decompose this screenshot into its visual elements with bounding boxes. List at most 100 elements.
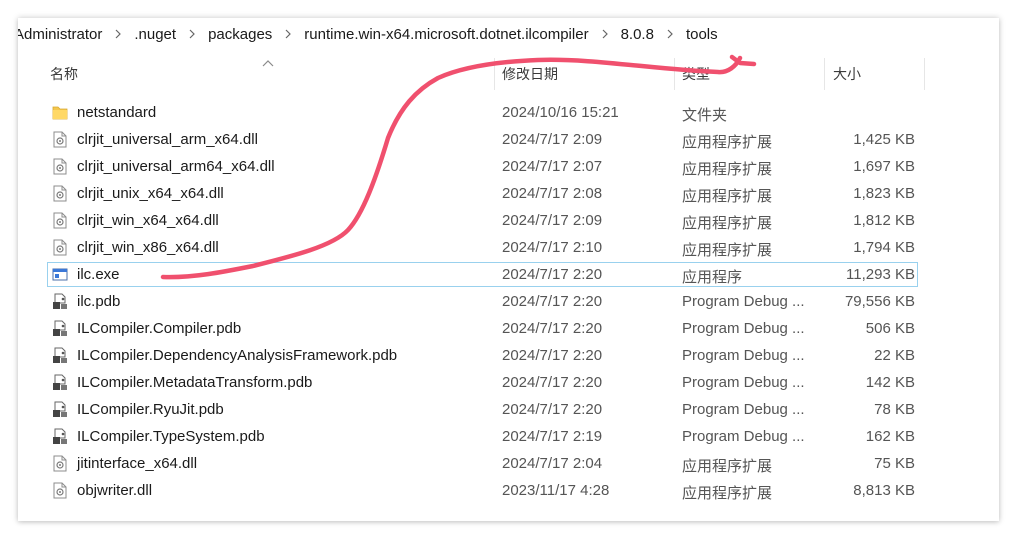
file-size: 1,697 KB xyxy=(853,158,915,175)
file-row[interactable]: netstandard 2024/10/16 15:21 文件夹 xyxy=(18,99,999,126)
file-row[interactable]: clrjit_win_x64_x64.dll 2024/7/17 2:09 应用程序… xyxy=(18,207,999,234)
file-type: Program Debug ... xyxy=(682,320,805,337)
file-name: netstandard xyxy=(77,104,157,121)
file-modified-date: 2024/7/17 2:10 xyxy=(502,239,603,256)
column-header-date[interactable]: 修改日期 xyxy=(502,58,558,90)
file-type: 应用程序扩展 xyxy=(682,215,773,232)
file-size: 1,794 KB xyxy=(853,239,915,256)
column-divider[interactable] xyxy=(494,58,495,90)
file-size: 142 KB xyxy=(865,374,915,391)
file-row[interactable]: clrjit_win_x86_x64.dll 2024/7/17 2:10 应用程序… xyxy=(18,234,999,261)
column-divider[interactable] xyxy=(824,58,825,90)
file-row[interactable]: ilc.pdb 2024/7/17 2:20 Program Debug ... 79… xyxy=(18,288,999,315)
file-size: 22 KB xyxy=(874,347,915,364)
file-row[interactable]: objwriter.dll 2023/11/17 4:28 应用程序扩展 8,813 … xyxy=(18,477,999,504)
file-name: ILCompiler.DependencyAnalysisFramework.p… xyxy=(77,347,398,364)
file-modified-date: 2024/7/17 2:20 xyxy=(502,374,603,391)
file-modified-date: 2024/10/16 15:21 xyxy=(502,104,619,121)
chevron-right-icon[interactable] xyxy=(591,29,619,39)
file-type: 应用程序 xyxy=(682,269,743,286)
file-row[interactable]: ILCompiler.RyuJit.pdb 2024/7/17 2:20 Progr… xyxy=(18,396,999,423)
file-modified-date: 2024/7/17 2:20 xyxy=(502,293,603,310)
breadcrumb-item[interactable]: runtime.win-x64.microsoft.dotnet.ilcompi… xyxy=(302,26,590,43)
file-row[interactable]: clrjit_universal_arm64_x64.dll 2024/7/17 … xyxy=(18,153,999,180)
column-header-name[interactable]: 名称 xyxy=(50,58,78,90)
file-modified-date: 2024/7/17 2:08 xyxy=(502,185,603,202)
file-modified-date: 2024/7/17 2:20 xyxy=(502,347,603,364)
chevron-right-icon[interactable] xyxy=(178,29,206,39)
file-row[interactable]: clrjit_universal_arm_x64.dll 2024/7/17 2:… xyxy=(18,126,999,153)
file-row[interactable]: ILCompiler.TypeSystem.pdb 2024/7/17 2:19 P… xyxy=(18,423,999,450)
dll-file-icon xyxy=(52,455,68,472)
column-divider[interactable] xyxy=(924,58,925,90)
breadcrumb-item[interactable]: tools xyxy=(684,26,720,43)
file-modified-date: 2024/7/17 2:20 xyxy=(502,401,603,418)
file-size: 79,556 KB xyxy=(844,293,915,310)
file-name: clrjit_universal_arm_x64.dll xyxy=(77,131,258,148)
file-name: clrjit_universal_arm64_x64.dll xyxy=(77,158,275,175)
file-list: netstandard 2024/10/16 15:21 文件夹 clrjit_uni… xyxy=(18,99,999,504)
chevron-right-icon[interactable] xyxy=(104,29,132,39)
breadcrumb-item[interactable]: .nuget xyxy=(132,26,178,43)
breadcrumb-item[interactable]: packages xyxy=(206,26,274,43)
file-modified-date: 2024/7/17 2:20 xyxy=(502,266,603,283)
file-size: 75 KB xyxy=(874,455,915,472)
file-name: ILCompiler.TypeSystem.pdb xyxy=(77,428,265,445)
column-header-type[interactable]: 类型 xyxy=(682,58,710,90)
file-type: 应用程序扩展 xyxy=(682,134,773,151)
file-row[interactable]: ILCompiler.MetadataTransform.pdb 2024/7/1… xyxy=(18,369,999,396)
file-type: Program Debug ... xyxy=(682,401,805,418)
exe-file-icon xyxy=(52,266,68,283)
column-header-size[interactable]: 大小 xyxy=(833,58,861,90)
file-type: Program Debug ... xyxy=(682,428,805,445)
selection-highlight xyxy=(47,262,918,287)
file-type: Program Debug ... xyxy=(682,293,805,310)
file-name: ILCompiler.MetadataTransform.pdb xyxy=(77,374,313,391)
file-name: clrjit_unix_x64_x64.dll xyxy=(77,185,224,202)
pdb-file-icon xyxy=(52,428,68,445)
dll-file-icon xyxy=(52,158,68,175)
breadcrumb: Administrator .nuget packages runtime.win-x… xyxy=(18,18,999,50)
file-type: 应用程序扩展 xyxy=(682,161,773,178)
file-type: Program Debug ... xyxy=(682,374,805,391)
file-row[interactable]: clrjit_unix_x64_x64.dll 2024/7/17 2:08 应用程… xyxy=(18,180,999,207)
dll-file-icon xyxy=(52,239,68,256)
dll-file-icon xyxy=(52,212,68,229)
file-modified-date: 2024/7/17 2:04 xyxy=(502,455,603,472)
pdb-file-icon xyxy=(52,320,68,337)
file-type: 应用程序扩展 xyxy=(682,242,773,259)
file-type: 应用程序扩展 xyxy=(682,485,773,502)
dll-file-icon xyxy=(52,131,68,148)
folder-icon xyxy=(52,104,68,121)
file-row[interactable]: ILCompiler.Compiler.pdb 2024/7/17 2:20 Pro… xyxy=(18,315,999,342)
pdb-file-icon xyxy=(52,374,68,391)
file-row-selected[interactable]: ilc.exe 2024/7/17 2:20 应用程序 11,293 KB xyxy=(18,261,999,288)
column-header-row: 名称 修改日期 类型 大小 xyxy=(18,58,999,90)
file-name: clrjit_win_x64_x64.dll xyxy=(77,212,219,229)
breadcrumb-item[interactable]: Administrator xyxy=(18,26,104,43)
file-size: 11,293 KB xyxy=(846,266,915,283)
file-name: jitinterface_x64.dll xyxy=(77,455,198,472)
chevron-right-icon[interactable] xyxy=(656,29,684,39)
file-size: 1,823 KB xyxy=(853,185,915,202)
sort-ascending-icon xyxy=(262,60,274,67)
dll-file-icon xyxy=(52,185,68,202)
file-name: ILCompiler.Compiler.pdb xyxy=(77,320,242,337)
dll-file-icon xyxy=(52,482,68,499)
pdb-file-icon xyxy=(52,293,68,310)
file-modified-date: 2024/7/17 2:19 xyxy=(502,428,603,445)
file-size: 78 KB xyxy=(874,401,915,418)
file-type: Program Debug ... xyxy=(682,347,805,364)
file-size: 1,425 KB xyxy=(853,131,915,148)
file-type: 应用程序扩展 xyxy=(682,458,773,475)
pdb-file-icon xyxy=(52,401,68,418)
file-name: ilc.pdb xyxy=(77,293,121,310)
chevron-right-icon[interactable] xyxy=(274,29,302,39)
file-modified-date: 2024/7/17 2:07 xyxy=(502,158,603,175)
breadcrumb-item[interactable]: 8.0.8 xyxy=(619,26,656,43)
file-name: clrjit_win_x86_x64.dll xyxy=(77,239,219,256)
file-row[interactable]: jitinterface_x64.dll 2024/7/17 2:04 应用程序扩展… xyxy=(18,450,999,477)
file-name: ILCompiler.RyuJit.pdb xyxy=(77,401,224,418)
column-divider[interactable] xyxy=(674,58,675,90)
file-row[interactable]: ILCompiler.DependencyAnalysisFramework.p… xyxy=(18,342,999,369)
